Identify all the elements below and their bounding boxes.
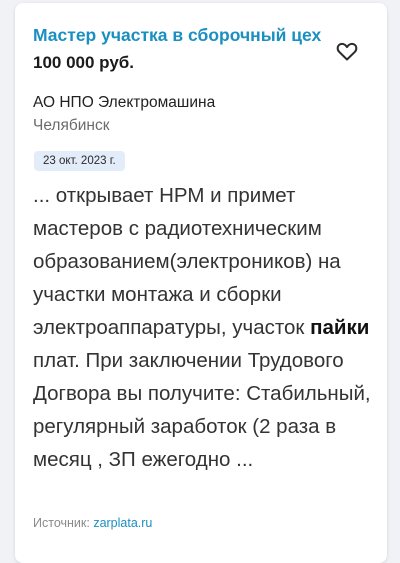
description-highlight: пайки bbox=[310, 316, 370, 339]
city: Челябинск bbox=[33, 117, 110, 134]
source-line: Источник: zarplata.ru bbox=[33, 515, 152, 531]
heart-outline-icon bbox=[336, 42, 358, 61]
company-name: АО НПО Электромашина bbox=[33, 94, 216, 111]
source-link[interactable]: zarplata.ru bbox=[93, 516, 152, 530]
favorite-button[interactable] bbox=[335, 39, 359, 63]
date-badge: 23 окт. 2023 г. bbox=[34, 151, 125, 171]
description-text-before: ... открывает НРМ и примет мастеров с ра… bbox=[33, 184, 341, 339]
source-label: Источник: bbox=[33, 516, 94, 530]
vacancy-title-link[interactable]: Мастер участка в сборочный цех bbox=[33, 25, 323, 45]
vacancy-description: ... открывает НРМ и примет мастеров с ра… bbox=[33, 179, 378, 476]
description-text-after: плат. При заключении Трудового Догвора в… bbox=[33, 349, 371, 471]
vacancy-card: Мастер участка в сборочный цех 100 000 р… bbox=[15, 3, 387, 563]
salary: 100 000 руб. bbox=[33, 53, 135, 72]
